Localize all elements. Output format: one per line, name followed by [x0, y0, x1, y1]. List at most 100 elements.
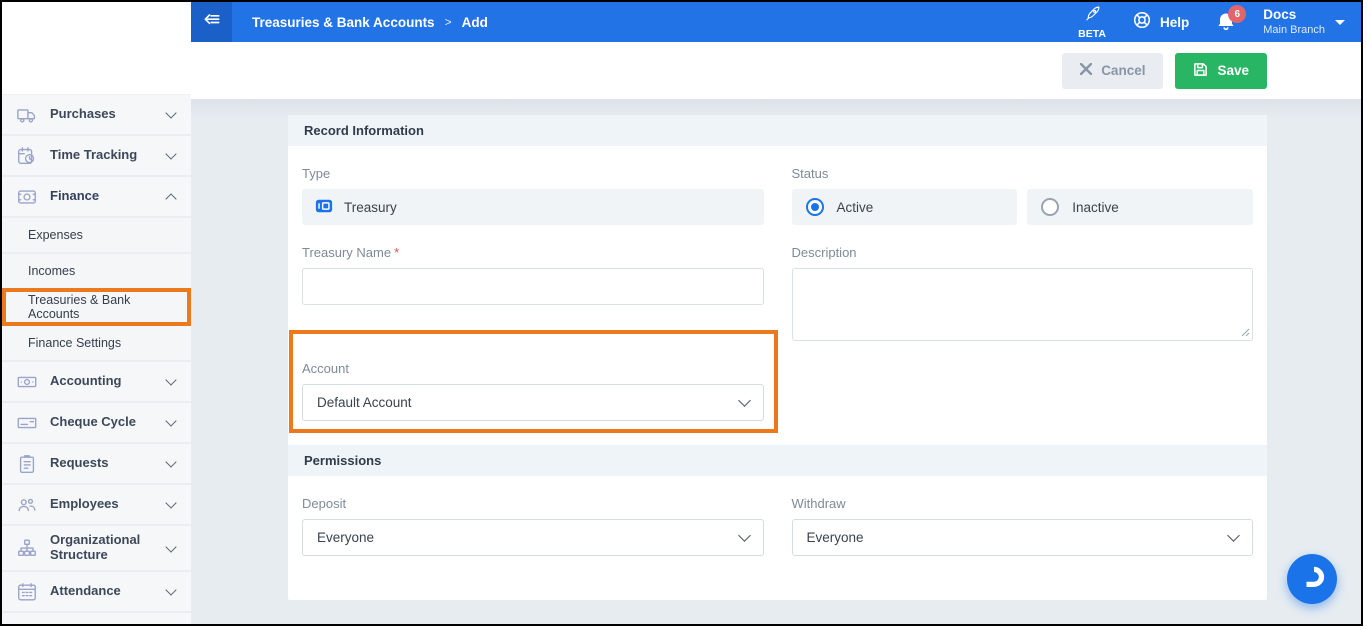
sidebar-item-organizational-structure[interactable]: Organizational Structure	[2, 526, 191, 572]
sidebar-item-label: Attendance	[50, 584, 155, 599]
sidebar-item-label: Finance	[50, 189, 155, 204]
sidebar-subitem-incomes[interactable]: Incomes	[2, 254, 191, 290]
sidebar-item-label: Purchases	[50, 107, 155, 122]
beta-button[interactable]: BETA	[1078, 5, 1106, 40]
type-value-box: Treasury	[302, 189, 764, 225]
chevron-up-icon	[165, 193, 176, 204]
sidebar-item-label: Time Tracking	[50, 148, 155, 163]
chevron-down-icon	[165, 456, 176, 467]
chevron-down-icon	[738, 529, 751, 542]
sidebar-item-attendance[interactable]: Attendance	[2, 572, 191, 613]
topbar-actions: BETA Help 6 Docs M	[1078, 5, 1361, 40]
sidebar-item-accounting[interactable]: Accounting	[2, 362, 191, 403]
cancel-button[interactable]: Cancel	[1062, 53, 1163, 89]
notification-count-badge: 6	[1228, 5, 1246, 23]
treasury-name-label: Treasury Name*	[302, 245, 764, 260]
collapse-arrow-icon	[202, 10, 222, 35]
sidebar-item-purchases[interactable]: Purchases	[2, 95, 191, 136]
save-floppy-icon	[1193, 62, 1208, 80]
account-selected-value: Default Account	[317, 395, 412, 410]
field-deposit: Deposit Everyone	[302, 476, 764, 556]
sidebar-item-time-tracking[interactable]: Time Tracking	[2, 136, 191, 177]
account-menu[interactable]: Docs Main Branch	[1263, 7, 1345, 36]
content-area: Record Information Type Treasury	[191, 99, 1361, 624]
sidebar-logo-area	[2, 2, 191, 95]
sidebar-subitem-treasuries-bank-accounts[interactable]: Treasuries & Bank Accounts	[2, 290, 191, 326]
save-button[interactable]: Save	[1175, 53, 1267, 89]
sidebar-item-requests[interactable]: Requests	[2, 444, 191, 485]
sidebar-subitem-label: Finance Settings	[28, 336, 121, 350]
description-textarea[interactable]	[792, 268, 1254, 341]
form-toolbar: Cancel Save	[191, 42, 1361, 99]
account-select[interactable]: Default Account	[302, 384, 764, 421]
field-withdraw: Withdraw Everyone	[792, 476, 1254, 556]
save-label: Save	[1217, 63, 1249, 78]
people-icon	[16, 494, 38, 516]
chevron-down-icon	[165, 148, 176, 159]
rocket-icon	[1084, 5, 1101, 27]
sidebar-item-label: Cheque Cycle	[50, 415, 155, 430]
help-button[interactable]: Help	[1132, 10, 1189, 35]
breadcrumb-parent[interactable]: Treasuries & Bank Accounts	[252, 15, 435, 30]
section-record-information: Record Information	[288, 115, 1267, 146]
withdraw-select[interactable]: Everyone	[792, 519, 1254, 556]
treasury-name-input[interactable]	[302, 268, 764, 305]
org-chart-icon	[16, 537, 38, 559]
cancel-label: Cancel	[1101, 63, 1145, 78]
field-treasury-name: Treasury Name*	[302, 225, 764, 341]
status-radio-group: Active Inactive	[792, 189, 1254, 225]
sidebar-item-label: Organizational Structure	[50, 533, 155, 563]
sidebar-subitem-label: Expenses	[28, 228, 83, 242]
help-buoy-icon	[1132, 10, 1152, 35]
cheque-icon	[16, 412, 38, 434]
section-title: Record Information	[304, 123, 424, 138]
banknote-icon	[16, 371, 38, 393]
account-name: Docs	[1263, 7, 1325, 23]
required-marker: *	[394, 245, 399, 260]
sidebar-subitem-finance-settings[interactable]: Finance Settings	[2, 326, 191, 362]
collapse-sidebar-button[interactable]	[191, 2, 232, 42]
deposit-selected-value: Everyone	[317, 530, 374, 545]
sidebar-item-label: Employees	[50, 497, 155, 512]
withdraw-label: Withdraw	[792, 496, 1254, 511]
field-type: Type Treasury	[302, 146, 764, 225]
field-account: Account Default Account	[302, 341, 764, 421]
sidebar-item-cheque-cycle[interactable]: Cheque Cycle	[2, 403, 191, 444]
radio-unselected-icon	[1041, 198, 1059, 216]
sidebar-subitem-label: Incomes	[28, 264, 75, 278]
chevron-down-icon	[165, 374, 176, 385]
type-value: Treasury	[344, 200, 397, 215]
breadcrumb-separator: >	[445, 15, 452, 29]
chevron-down-icon	[165, 584, 176, 595]
clipboard-icon	[16, 453, 38, 475]
treasury-safe-icon	[315, 197, 333, 218]
app-window: Purchases Time Tracking Finance Expenses	[0, 0, 1363, 626]
notifications-button[interactable]: 6	[1215, 11, 1237, 33]
section-permissions: Permissions	[288, 445, 1267, 476]
help-label: Help	[1160, 15, 1189, 30]
status-active-label: Active	[837, 200, 874, 215]
sidebar-subitem-expenses[interactable]: Expenses	[2, 218, 191, 254]
chevron-down-icon	[165, 415, 176, 426]
daftra-fab-button[interactable]	[1287, 554, 1337, 604]
account-label: Account	[302, 361, 764, 376]
account-info: Docs Main Branch	[1263, 7, 1325, 36]
breadcrumb: Treasuries & Bank Accounts > Add	[232, 15, 488, 30]
calendar-clock-icon	[16, 145, 38, 167]
beta-label: BETA	[1078, 28, 1106, 40]
status-option-inactive[interactable]: Inactive	[1027, 189, 1253, 225]
caret-down-icon	[1335, 20, 1345, 25]
sidebar-nav: Purchases Time Tracking Finance Expenses	[2, 95, 191, 624]
form-row-permissions: Deposit Everyone Withdraw Everyone	[288, 476, 1267, 556]
sidebar-item-employees[interactable]: Employees	[2, 485, 191, 526]
branch-name: Main Branch	[1263, 24, 1325, 37]
calendar-icon	[16, 581, 38, 603]
daftra-logo-icon	[1299, 563, 1326, 595]
sidebar-item-finance[interactable]: Finance	[2, 177, 191, 218]
form-row-account: Account Default Account	[288, 341, 1267, 421]
field-description: Description	[792, 225, 1254, 341]
chevron-down-icon	[1227, 529, 1240, 542]
truck-icon	[16, 104, 38, 126]
status-option-active[interactable]: Active	[792, 189, 1018, 225]
deposit-select[interactable]: Everyone	[302, 519, 764, 556]
